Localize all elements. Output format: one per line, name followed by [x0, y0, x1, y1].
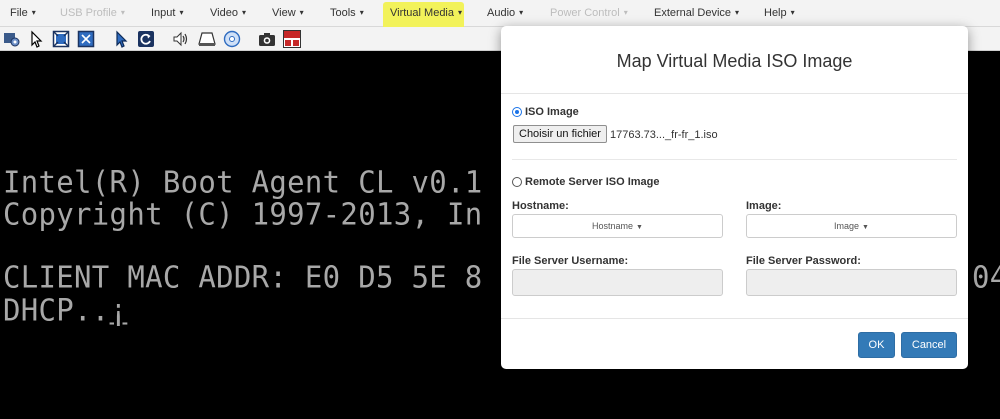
terminal-dhcp-text: DHCP.. — [3, 292, 110, 328]
menu-tools[interactable]: Tools ▾ — [330, 0, 364, 27]
chevron-down-icon: ▾ — [179, 8, 184, 17]
speaker-icon[interactable] — [172, 30, 190, 48]
hostname-label: Hostname: — [512, 200, 569, 212]
iso-image-option[interactable]: ISO Image — [512, 106, 957, 118]
chevron-down-icon: ▾ — [735, 8, 740, 17]
chevron-down-icon: ▾ — [790, 8, 795, 17]
dialog-header: Map Virtual Media ISO Image — [501, 26, 968, 94]
image-label: Image: — [746, 200, 782, 212]
dialog-footer: OK Cancel — [501, 318, 968, 369]
chevron-down-icon: ▾ — [359, 8, 364, 17]
terminal-line: CLIENT MAC ADDR: E0 D5 5E 8 — [3, 259, 483, 295]
full-screen-icon[interactable] — [77, 30, 95, 48]
terminal-line: DHCP..¡ — [3, 292, 127, 328]
terminal-line-fragment: 04 — [972, 259, 1000, 295]
chevron-down-icon: ▾ — [31, 8, 36, 17]
fit-screen-icon[interactable] — [52, 30, 70, 48]
menu-power-control[interactable]: Power Control ▾ — [550, 0, 628, 27]
cancel-button[interactable]: Cancel — [901, 332, 957, 358]
menu-power-control-label: Power Control — [550, 7, 620, 19]
menu-usb-profile-label: USB Profile — [60, 7, 117, 19]
menu-view[interactable]: View ▾ — [272, 0, 304, 27]
chevron-down-icon: ▾ — [458, 8, 463, 17]
username-label: File Server Username: — [512, 255, 629, 267]
refresh-icon[interactable] — [137, 30, 155, 48]
cursor-icon[interactable] — [112, 30, 130, 48]
menu-view-label: View — [272, 7, 296, 19]
pointer-icon[interactable] — [27, 30, 45, 48]
menu-virtual-media-label: Virtual Media — [390, 7, 454, 19]
chevron-down-icon: ▾ — [299, 8, 304, 17]
menu-tools-label: Tools — [330, 7, 356, 19]
image-placeholder: Image — [834, 221, 860, 231]
remote-server-label: Remote Server ISO Image — [525, 176, 660, 188]
menu-help-label: Help — [764, 7, 787, 19]
remote-server-radio[interactable] — [512, 177, 522, 187]
menu-virtual-media[interactable]: Virtual Media ▾ — [390, 0, 462, 27]
chevron-down-icon: ▼ — [636, 224, 643, 231]
menu-audio-label: Audio — [487, 7, 516, 19]
menu-file-label: File — [10, 7, 28, 19]
del-icon[interactable] — [283, 30, 301, 48]
menu-file[interactable]: File ▾ — [10, 0, 36, 27]
image-dropdown[interactable]: Image ▼ — [746, 214, 957, 238]
chevron-down-icon: ▼ — [862, 224, 869, 231]
dialog-title: Map Virtual Media ISO Image — [616, 51, 853, 71]
chevron-down-icon: ▾ — [623, 8, 628, 17]
choose-file-button[interactable]: Choisir un fichier — [513, 125, 607, 143]
menu-usb-profile[interactable]: USB Profile ▾ — [60, 0, 125, 27]
chevron-down-icon: ▾ — [120, 8, 125, 17]
disc-icon[interactable] — [223, 30, 241, 48]
terminal-cursor: ¡ — [109, 292, 128, 328]
remote-server-option[interactable]: Remote Server ISO Image — [512, 176, 660, 188]
camera-icon[interactable] — [258, 30, 276, 48]
menu-audio[interactable]: Audio ▾ — [487, 0, 523, 27]
iso-image-label: ISO Image — [525, 106, 579, 118]
file-server-username-input[interactable] — [512, 269, 723, 296]
menu-external-device-label: External Device — [654, 7, 732, 19]
terminal-line: Copyright (C) 1997-2013, In — [3, 196, 483, 232]
menu-video[interactable]: Video ▾ — [210, 0, 246, 27]
menu-help[interactable]: Help ▾ — [764, 0, 795, 27]
selected-file-name: 17763.73..._fr-fr_1.iso — [610, 129, 718, 141]
menu-input-label: Input — [151, 7, 176, 19]
map-iso-dialog: Map Virtual Media ISO Image ISO Image Ch… — [501, 26, 968, 369]
password-label: File Server Password: — [746, 255, 861, 267]
ok-button[interactable]: OK — [858, 332, 895, 358]
menu-bar: File ▾ USB Profile ▾ Input ▾ Video ▾ View ▾ T… — [0, 0, 1000, 32]
iso-image-radio[interactable] — [512, 107, 522, 117]
file-server-password-input[interactable] — [746, 269, 957, 296]
settings-icon[interactable] — [3, 30, 21, 48]
drive-icon[interactable] — [198, 30, 216, 48]
chevron-down-icon: ▾ — [241, 8, 246, 17]
hostname-placeholder: Hostname — [592, 221, 634, 231]
hostname-dropdown[interactable]: Hostname ▼ — [512, 214, 723, 238]
menu-input[interactable]: Input ▾ — [151, 0, 183, 27]
menu-external-device[interactable]: External Device ▾ — [654, 0, 739, 27]
iso-image-section: ISO Image Choisir un fichier 17763.73...… — [512, 106, 957, 160]
chevron-down-icon: ▾ — [519, 8, 524, 17]
terminal-line: Intel(R) Boot Agent CL v0.1 — [3, 164, 483, 200]
menu-video-label: Video — [210, 7, 238, 19]
